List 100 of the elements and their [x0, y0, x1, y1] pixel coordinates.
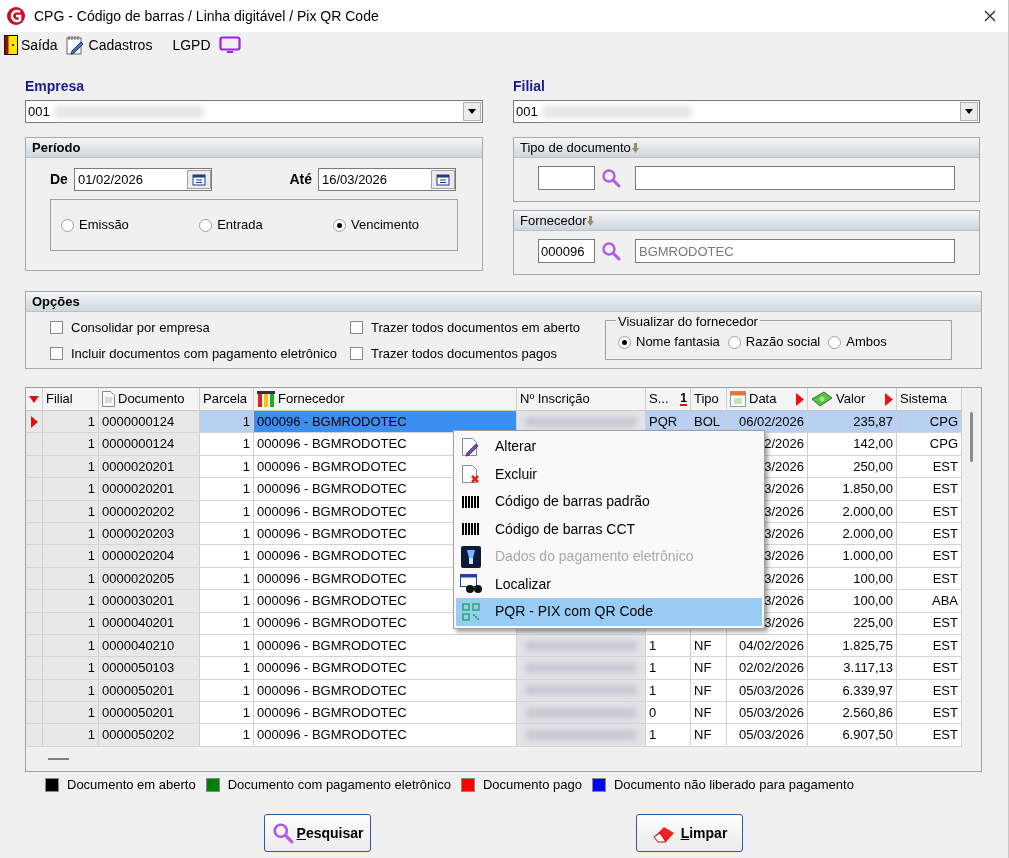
table-cell: 0000020205: [99, 567, 200, 590]
table-cell: 3.117,13: [808, 657, 897, 679]
table-cell: 2.000,00: [808, 500, 897, 522]
table-cell: 000096 - BGMRODOTEC: [254, 702, 517, 724]
table-cell: 1: [43, 478, 99, 500]
table-cell: 1: [646, 724, 691, 746]
table-cell: 0000000124: [99, 411, 200, 433]
table-cell: 0000050103: [99, 657, 200, 679]
table-cell: 1: [43, 411, 99, 433]
table-cell: 250,00: [808, 455, 897, 478]
table-cell: 0000040201: [99, 612, 200, 634]
table-cell: EST: [897, 478, 962, 500]
table-cell: EST: [897, 634, 962, 657]
sort-order: 1: [680, 392, 687, 406]
table-cell: 0000000124: [99, 433, 200, 455]
table-cell: 05/03/2026: [727, 679, 808, 702]
table-cell: 1: [43, 590, 99, 612]
table-cell: 000096 - BGMRODOTEC: [254, 679, 517, 702]
table-cell: 225,00: [808, 612, 897, 634]
table-cell: 1: [43, 455, 99, 478]
table-cell: 1: [200, 500, 254, 522]
table-cell: 1: [43, 567, 99, 590]
table-cell: 1: [200, 679, 254, 702]
table-cell: EST: [897, 522, 962, 545]
table-cell: NF: [691, 634, 727, 657]
table-cell: 2.000,00: [808, 522, 897, 545]
table-cell: 1: [43, 545, 99, 567]
table-cell: 1.825,75: [808, 634, 897, 657]
table-cell: 1: [200, 590, 254, 612]
table-cell: 0000020202: [99, 500, 200, 522]
checkbox-label: Trazer todos documentos em aberto: [371, 319, 581, 337]
table-cell: 0: [646, 702, 691, 724]
table-cell: 1: [200, 724, 254, 746]
table-cell: 6.339,97: [808, 679, 897, 702]
table-cell: 1: [43, 634, 99, 657]
radio-label: Razão social: [745, 333, 821, 352]
table-cell: 0000050201: [99, 679, 200, 702]
table-cell: 1: [200, 433, 254, 455]
radio-label: Entrada: [217, 216, 263, 235]
table-cell: 0000020203: [99, 522, 200, 545]
date-label: De: [50, 170, 68, 189]
table-cell: 1: [43, 433, 99, 455]
table-cell: 235,87: [808, 411, 897, 433]
table-cell: 000096 - BGMRODOTEC: [254, 724, 517, 746]
legend-label: Documento com pagamento eletrônico: [227, 776, 451, 795]
table-cell: 1: [200, 634, 254, 657]
table-cell: EST: [897, 455, 962, 478]
table-cell: PQR: [646, 411, 691, 433]
radio-label: Emissão: [79, 216, 129, 235]
table-cell: 0000020201: [99, 455, 200, 478]
table-cell: NF: [691, 724, 727, 746]
field-label: Empresa: [25, 77, 86, 96]
table-cell: 1: [200, 455, 254, 478]
legend-label: Documento não liberado para pagamento: [613, 776, 854, 795]
legend-label: Documento em aberto: [67, 776, 196, 795]
table-cell: NF: [691, 657, 727, 679]
table-cell: 1: [200, 657, 254, 679]
table-cell: 1: [200, 411, 254, 433]
table-cell: 6.907,50: [808, 724, 897, 746]
table-cell: 100,00: [808, 590, 897, 612]
table-cell: 04/02/2026: [727, 634, 808, 657]
group-title: Tipo de documento: [520, 138, 631, 157]
group-title: Opções: [32, 292, 80, 311]
table-cell: CPG: [897, 433, 962, 455]
table-cell: BOL: [691, 411, 727, 433]
table-cell: 0000040210: [99, 634, 200, 657]
table-cell: 1: [200, 567, 254, 590]
field-label: Filial: [513, 77, 546, 96]
table-cell: 1: [43, 724, 99, 746]
table-cell: NF: [691, 679, 727, 702]
table-cell: 05/03/2026: [727, 724, 808, 746]
table-cell: 1: [43, 679, 99, 702]
table-cell: 1: [646, 657, 691, 679]
table-cell: EST: [897, 724, 962, 746]
table-cell: ABA: [897, 590, 962, 612]
table-cell: 1: [200, 522, 254, 545]
date-label: Até: [289, 170, 312, 189]
table-cell: 000096 - BGMRODOTEC: [254, 634, 517, 657]
table-cell: 02/02/2026: [727, 657, 808, 679]
table-cell: EST: [897, 657, 962, 679]
table-cell: 1: [43, 702, 99, 724]
group-title: Fornecedor: [520, 211, 587, 230]
table-cell: 1: [43, 657, 99, 679]
table-cell: 142,00: [808, 433, 897, 455]
checkbox-label: Consolidar por empresa: [71, 319, 210, 337]
table-cell: 2.560,86: [808, 702, 897, 724]
table-cell: 000096 - BGMRODOTEC: [254, 657, 517, 679]
table-cell: 0000020204: [99, 545, 200, 567]
table-cell: EST: [897, 679, 962, 702]
table-cell: 06/02/2026: [727, 411, 808, 433]
table-cell: 0000030201: [99, 590, 200, 612]
checkbox-label: Incluir documentos com pagamento eletrônico: [71, 344, 337, 363]
table-cell: 1: [200, 545, 254, 567]
table-cell: CPG: [897, 411, 962, 433]
table-cell: EST: [897, 567, 962, 590]
table-cell: EST: [897, 612, 962, 634]
table-cell: 1.000,00: [808, 545, 897, 567]
radio-label: Ambos: [846, 333, 887, 352]
window-title: CPG - Código de barras / Linha digitável / Pix QR Code: [34, 6, 380, 26]
table-cell: 1: [200, 702, 254, 724]
